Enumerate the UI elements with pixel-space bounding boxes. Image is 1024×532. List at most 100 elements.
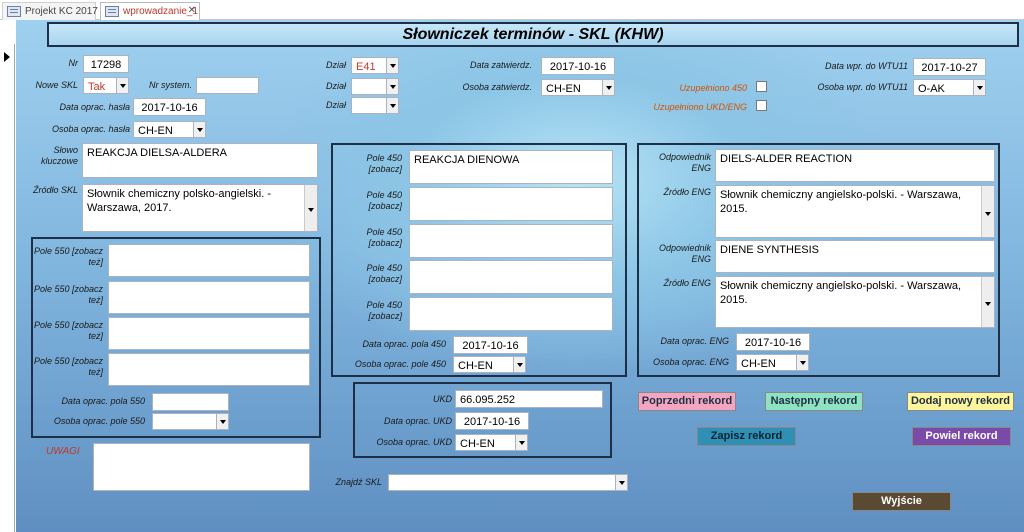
osoba-wtu-select[interactable]: O-AK <box>913 79 986 96</box>
pole-550-field-3[interactable] <box>108 317 310 350</box>
data-ukd-label: Data oprac. UKD <box>383 416 452 426</box>
nowe-skl-label: Nowe SKL <box>35 80 78 90</box>
scroll-down-icon[interactable] <box>304 185 317 231</box>
osoba-zatw-select[interactable]: CH-EN <box>541 79 615 96</box>
data-450-field[interactable]: 2017-10-16 <box>453 336 528 354</box>
osoba-zatw-value: CH-EN <box>546 83 581 95</box>
zrodlo-skl-field[interactable]: Słownik chemiczny polsko-angielski. - Wa… <box>82 184 318 232</box>
data-wtu-field[interactable]: 2017-10-27 <box>913 58 986 76</box>
duplicate-record-button[interactable]: Powiel rekord <box>912 427 1011 446</box>
zrodlo-eng-field-2[interactable]: Słownik chemiczny angielsko-polski. - Wa… <box>715 276 995 328</box>
add-record-button[interactable]: Dodaj nowy rekord <box>907 392 1014 411</box>
tab-projekt-kc-2017[interactable]: Projekt KC 2017 <box>2 2 98 20</box>
zrodlo-skl-label: Źródło SKL <box>32 185 78 195</box>
record-selector[interactable] <box>0 44 15 532</box>
pole-450-label-2: Pole 450 [zobacz] <box>366 190 402 211</box>
eng-group: Odpowiednik ENG DIELS-ALDER REACTION Źró… <box>637 143 1000 377</box>
chevron-down-icon[interactable] <box>216 414 228 429</box>
odpowiednik-eng-field-2[interactable]: DIENE SYNTHESIS <box>715 240 995 273</box>
osoba-wtu-label: Osoba wpr. do WTU11 <box>817 82 908 92</box>
chevron-down-icon[interactable] <box>386 58 398 73</box>
exit-button[interactable]: Wyjście <box>852 492 951 511</box>
data-eng-field[interactable]: 2017-10-16 <box>736 333 810 351</box>
form-icon <box>105 6 119 17</box>
chevron-down-icon[interactable] <box>193 122 205 137</box>
chevron-down-icon[interactable] <box>116 78 128 93</box>
data-550-label: Data oprac. pola 550 <box>61 396 145 406</box>
slowo-kluczowe-field[interactable]: REAKCJA DIELSA-ALDERA <box>82 143 318 178</box>
dzial-select-1[interactable]: E41 <box>351 57 399 74</box>
osoba-ukd-select[interactable]: CH-EN <box>455 434 528 451</box>
osoba-eng-label: Osoba oprac. ENG <box>652 357 729 367</box>
dzial-label-1: Dział <box>325 60 346 70</box>
pole-450-field-1[interactable]: REAKCJA DIENOWA <box>409 150 613 184</box>
pole-450-field-2[interactable] <box>409 187 613 221</box>
zrodlo-eng-field-1[interactable]: Słownik chemiczny angielsko-polski. - Wa… <box>715 185 995 238</box>
data-ukd-field[interactable]: 2017-10-16 <box>455 412 529 430</box>
uzup-ukd-checkbox[interactable] <box>756 100 767 111</box>
osoba-ukd-value: CH-EN <box>460 438 495 450</box>
chevron-down-icon[interactable] <box>615 475 627 490</box>
pole-550-field-2[interactable] <box>108 281 310 314</box>
pole-450-group: Pole 450 [zobacz] REAKCJA DIENOWA Pole 4… <box>331 143 627 377</box>
next-record-button[interactable]: Następny rekord <box>765 392 863 411</box>
chevron-down-icon[interactable] <box>515 435 527 450</box>
pole-450-label-1: Pole 450 [zobacz] <box>366 153 402 174</box>
osoba-oprac-hasla-select[interactable]: CH-EN <box>133 121 206 138</box>
osoba-oprac-hasla-value: CH-EN <box>138 125 173 137</box>
osoba-ukd-label: Osoba oprac. UKD <box>376 437 452 447</box>
osoba-550-select[interactable] <box>152 413 229 430</box>
pole-550-field-1[interactable] <box>108 244 310 277</box>
data-eng-label: Data oprac. ENG <box>660 336 729 346</box>
zrodlo-skl-value: Słownik chemiczny polsko-angielski. - Wa… <box>87 188 272 214</box>
nr-field[interactable]: 17298 <box>83 55 129 73</box>
tab-label: Projekt KC 2017 <box>25 6 98 17</box>
osoba-450-label: Osoba oprac. pole 450 <box>354 359 446 369</box>
data-oprac-hasla-field[interactable]: 2017-10-16 <box>133 98 206 116</box>
dzial-select-2[interactable] <box>351 78 399 95</box>
znajdz-skl-label: Znajdź SKL <box>335 477 382 487</box>
scroll-down-icon[interactable] <box>981 186 994 237</box>
chevron-down-icon[interactable] <box>602 80 614 95</box>
znajdz-skl-select[interactable] <box>388 474 628 491</box>
odpowiednik-eng-label-2: Odpowiednik ENG <box>658 243 711 264</box>
save-record-button[interactable]: Zapisz rekord <box>697 427 796 446</box>
dzial-select-3[interactable] <box>351 97 399 114</box>
pole-550-label-4: Pole 550 [zobacz też] <box>33 356 103 377</box>
chevron-down-icon[interactable] <box>513 357 525 372</box>
ukd-field[interactable]: 66.095.252 <box>455 390 603 408</box>
tab-wprowadzanie[interactable]: wprowadzanie_1 ✕ <box>100 2 200 20</box>
chevron-down-icon[interactable] <box>386 98 398 113</box>
nr-system-field[interactable] <box>196 77 259 94</box>
close-icon[interactable]: ✕ <box>188 5 196 16</box>
chevron-down-icon[interactable] <box>796 355 808 370</box>
osoba-oprac-hasla-label: Osoba oprac. hasła <box>51 124 130 134</box>
pole-450-label-4: Pole 450 [zobacz] <box>366 263 402 284</box>
odpowiednik-eng-field-1[interactable]: DIELS-ALDER REACTION <box>715 149 995 182</box>
uzup-450-label: Uzupełniono 450 <box>679 83 747 93</box>
odpowiednik-eng-label-1: Odpowiednik ENG <box>658 152 711 173</box>
nowe-skl-select[interactable]: Tak <box>83 77 129 94</box>
pole-450-field-5[interactable] <box>409 297 613 331</box>
pole-450-field-3[interactable] <box>409 224 613 258</box>
data-zatw-label: Data zatwierdz. <box>469 60 532 70</box>
slowo-kluczowe-label: Słowo kluczowe <box>40 145 78 166</box>
scroll-down-icon[interactable] <box>981 277 994 327</box>
data-550-field[interactable] <box>152 393 229 411</box>
pole-450-field-4[interactable] <box>409 260 613 294</box>
uwagi-field[interactable] <box>93 443 310 491</box>
chevron-down-icon[interactable] <box>973 80 985 95</box>
uzup-450-checkbox[interactable] <box>756 81 767 92</box>
pole-450-label-3: Pole 450 [zobacz] <box>366 227 402 248</box>
data-zatw-field[interactable]: 2017-10-16 <box>541 57 615 75</box>
osoba-450-select[interactable]: CH-EN <box>453 356 526 373</box>
osoba-eng-value: CH-EN <box>741 358 776 370</box>
osoba-eng-select[interactable]: CH-EN <box>736 354 809 371</box>
prev-record-button[interactable]: Poprzedni rekord <box>638 392 736 411</box>
chevron-down-icon[interactable] <box>386 79 398 94</box>
osoba-550-label: Osoba oprac. pole 550 <box>53 416 145 426</box>
pole-550-label-1: Pole 550 [zobacz też] <box>33 246 103 267</box>
pole-550-group: Pole 550 [zobacz też] Pole 550 [zobacz t… <box>31 237 321 438</box>
pole-550-field-4[interactable] <box>108 353 310 386</box>
dzial-label-2: Dział <box>325 81 346 91</box>
